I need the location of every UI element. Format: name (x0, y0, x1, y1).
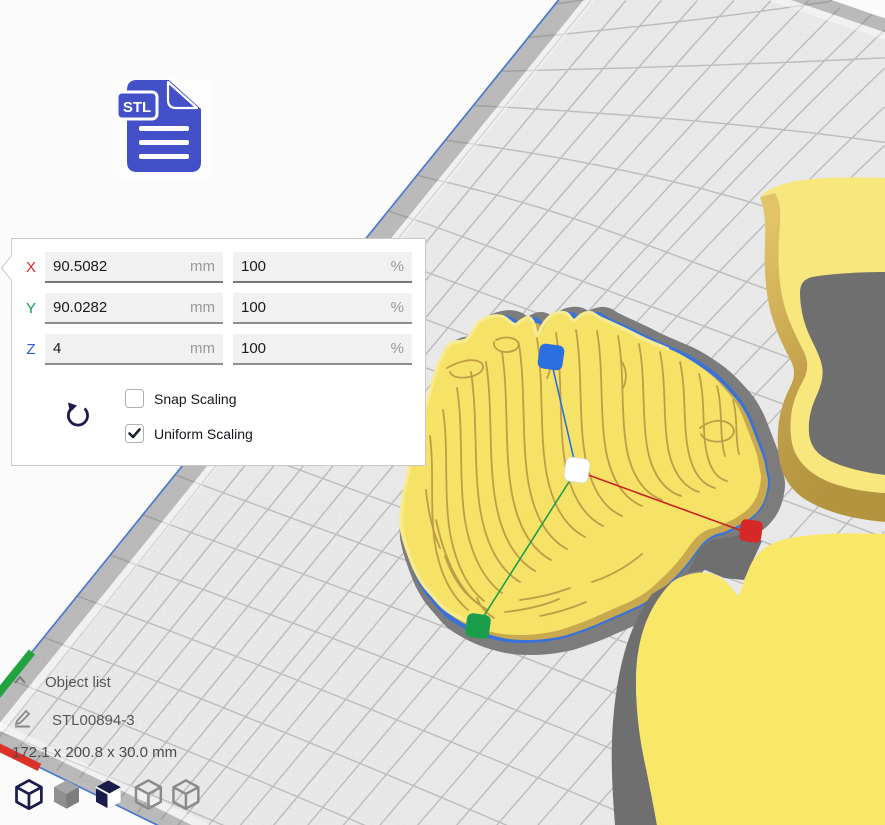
svg-text:STL: STL (123, 99, 151, 116)
